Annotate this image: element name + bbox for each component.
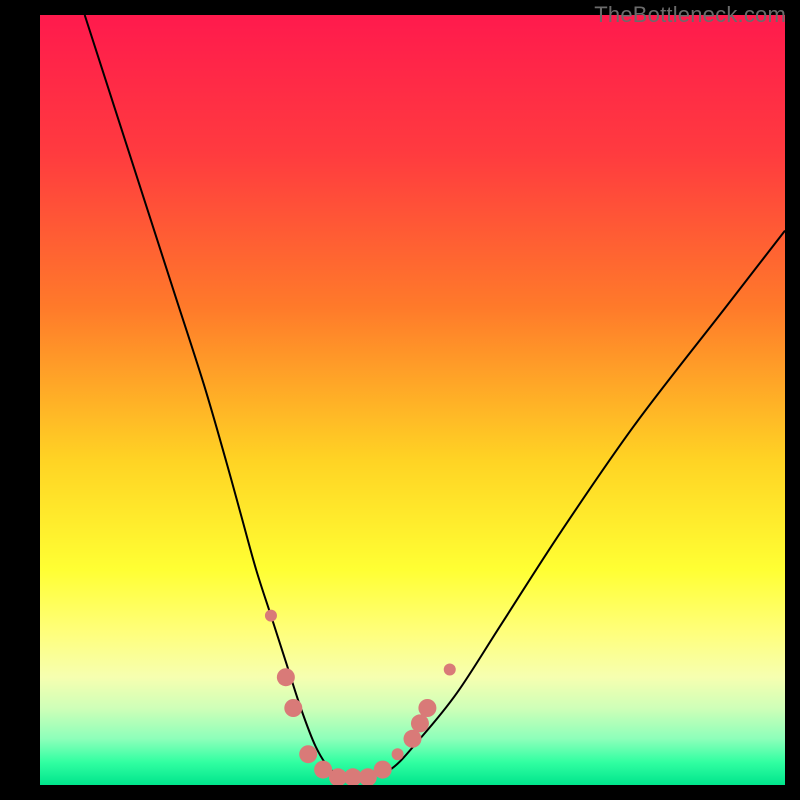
marker-point [284, 699, 302, 717]
gradient-background [40, 15, 785, 785]
marker-point [444, 664, 456, 676]
chart-frame: TheBottleneck.com [0, 0, 800, 800]
marker-point [411, 714, 429, 732]
marker-point [299, 745, 317, 763]
chart-svg [40, 15, 785, 785]
watermark-text: TheBottleneck.com [594, 2, 786, 28]
marker-point [418, 699, 436, 717]
marker-point [265, 610, 277, 622]
marker-point [374, 761, 392, 779]
marker-point [392, 748, 404, 760]
plot-area [40, 15, 785, 785]
marker-point [277, 668, 295, 686]
marker-point [404, 730, 422, 748]
